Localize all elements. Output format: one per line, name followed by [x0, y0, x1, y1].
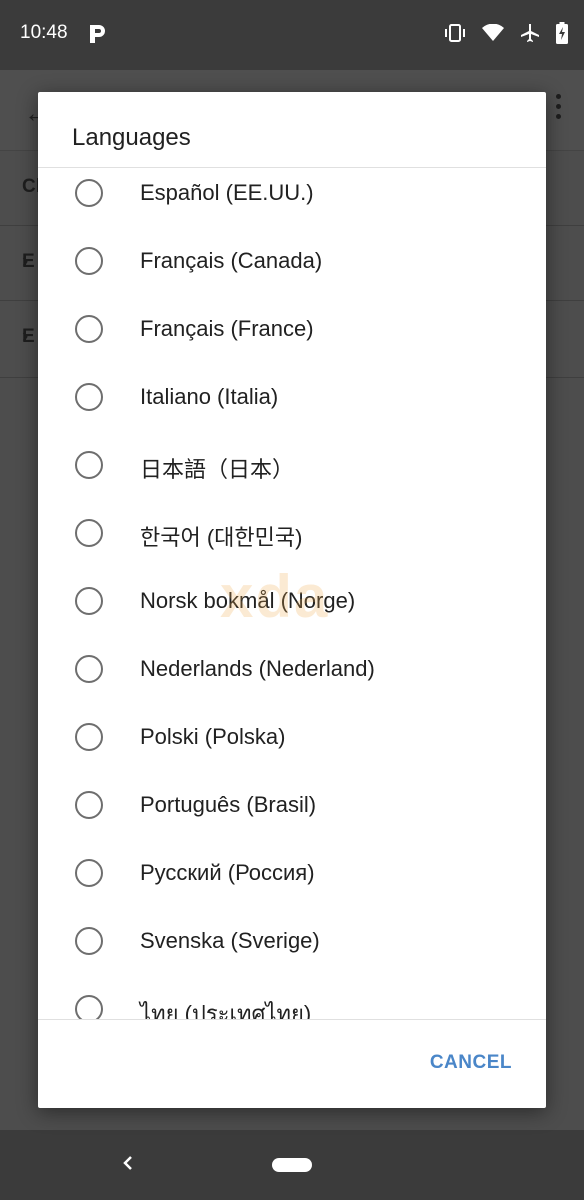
radio-button[interactable]: [75, 723, 103, 751]
list-item-language[interactable]: Italiano (Italia): [38, 364, 546, 432]
radio-button[interactable]: [75, 383, 103, 411]
status-time: 10:48: [20, 22, 68, 43]
language-label: Svenska (Sverige): [140, 928, 320, 953]
list-item-language[interactable]: Français (France): [38, 296, 546, 364]
overflow-menu-icon: [556, 94, 562, 124]
divider: [38, 1019, 546, 1020]
list-item-language[interactable]: Русский (Россия): [38, 840, 546, 908]
radio-button[interactable]: [75, 859, 103, 887]
language-label: Français (France): [140, 316, 314, 341]
watermark-logo: xda: [220, 563, 330, 630]
list-item-language[interactable]: Svenska (Sverige): [38, 908, 546, 976]
battery-icon: [556, 22, 568, 44]
list-item-language[interactable]: Polski (Polska): [38, 704, 546, 772]
radio-button[interactable]: [75, 179, 103, 207]
radio-button[interactable]: [75, 247, 103, 275]
language-label: 한국어 (대한민국): [140, 525, 303, 550]
list-item-language[interactable]: Português (Brasil): [38, 772, 546, 840]
navigation-bar: [0, 1130, 584, 1200]
language-label: Русский (Россия): [140, 860, 315, 885]
vibrate-icon: [445, 24, 465, 42]
radio-button[interactable]: [75, 451, 103, 479]
list-item-language[interactable]: Español (EE.UU.): [38, 168, 546, 228]
airplane-icon: [521, 24, 539, 42]
dialog-title: Languages: [72, 124, 191, 151]
language-label: Polski (Polska): [140, 724, 286, 749]
radio-button[interactable]: [75, 791, 103, 819]
cancel-button[interactable]: CANCEL: [430, 1052, 512, 1074]
p-app-icon: [90, 25, 105, 43]
radio-button[interactable]: [75, 927, 103, 955]
radio-button[interactable]: [75, 315, 103, 343]
radio-button[interactable]: [75, 519, 103, 547]
wifi-icon: [482, 24, 504, 41]
status-bar: 10:48: [0, 0, 584, 70]
radio-button[interactable]: [75, 587, 103, 615]
radio-button[interactable]: [75, 655, 103, 683]
list-item-language[interactable]: ไทย (ประเทศไทย): [38, 976, 546, 1019]
language-label: Français (Canada): [140, 248, 323, 273]
list-item-language[interactable]: 日本語（日本）: [38, 432, 546, 500]
list-item-language[interactable]: 한국어 (대한민국): [38, 500, 546, 568]
language-label: Español (EE.UU.): [140, 180, 314, 205]
nav-back-icon[interactable]: [118, 1148, 138, 1178]
home-button[interactable]: [272, 1158, 312, 1172]
radio-button[interactable]: [75, 995, 103, 1019]
language-label: 日本語（日本）: [140, 457, 295, 482]
language-label: Italiano (Italia): [140, 384, 279, 409]
language-label: Português (Brasil): [140, 792, 317, 817]
language-label: ไทย (ประเทศไทย): [140, 1001, 312, 1019]
list-item-language[interactable]: Nederlands (Nederland): [38, 636, 546, 704]
language-label: Nederlands (Nederland): [140, 656, 375, 681]
list-item-language[interactable]: Français (Canada): [38, 228, 546, 296]
